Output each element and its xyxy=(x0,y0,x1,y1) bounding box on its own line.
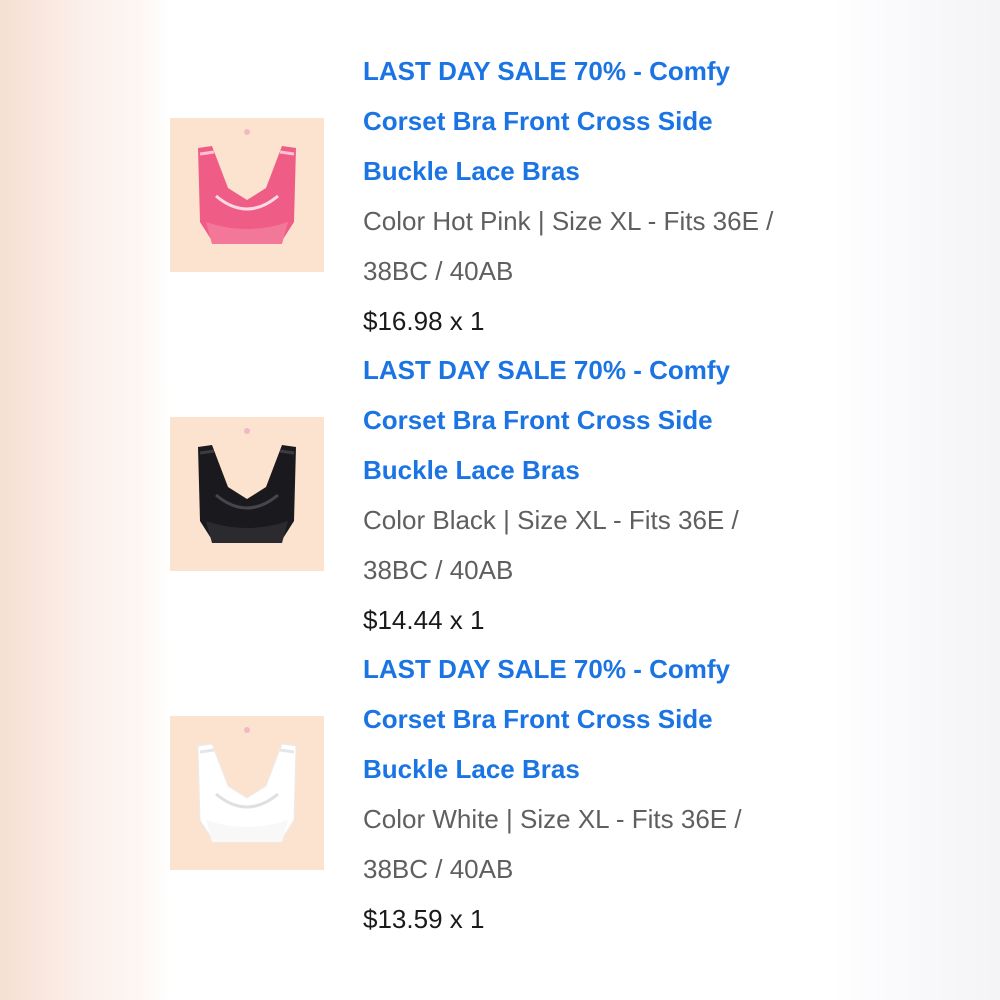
order-item: LAST DAY SALE 70% - Comfy Corset Bra Fro… xyxy=(170,644,830,942)
variant-text: Color Hot Pink | Size XL - Fits 36E / 38… xyxy=(363,206,774,286)
black-bra-thumbnail-icon xyxy=(170,417,324,571)
pink-bra-thumbnail-icon xyxy=(170,118,324,272)
product-thumbnail[interactable] xyxy=(170,417,324,571)
product-title-link[interactable]: LAST DAY SALE 70% - Comfy Corset Bra Fro… xyxy=(363,644,803,794)
price-quantity: $13.59 x 1 xyxy=(363,904,485,934)
variant-text: Color White | Size XL - Fits 36E / 38BC … xyxy=(363,804,742,884)
white-bra-thumbnail-icon xyxy=(170,716,324,870)
price-quantity: $14.44 x 1 xyxy=(363,605,485,635)
variant-text: Color Black | Size XL - Fits 36E / 38BC … xyxy=(363,505,739,585)
product-thumbnail[interactable] xyxy=(170,716,324,870)
item-details: LAST DAY SALE 70% - Comfy Corset Bra Fro… xyxy=(363,345,803,645)
order-item: LAST DAY SALE 70% - Comfy Corset Bra Fro… xyxy=(170,345,830,643)
item-details: LAST DAY SALE 70% - Comfy Corset Bra Fro… xyxy=(363,644,803,944)
order-items-list: LAST DAY SALE 70% - Comfy Corset Bra Fro… xyxy=(170,0,830,1000)
product-title-link[interactable]: LAST DAY SALE 70% - Comfy Corset Bra Fro… xyxy=(363,345,803,495)
order-item: LAST DAY SALE 70% - Comfy Corset Bra Fro… xyxy=(170,46,830,344)
item-details: LAST DAY SALE 70% - Comfy Corset Bra Fro… xyxy=(363,46,803,346)
price-quantity: $16.98 x 1 xyxy=(363,306,485,336)
product-thumbnail[interactable] xyxy=(170,118,324,272)
product-title-link[interactable]: LAST DAY SALE 70% - Comfy Corset Bra Fro… xyxy=(363,46,803,196)
